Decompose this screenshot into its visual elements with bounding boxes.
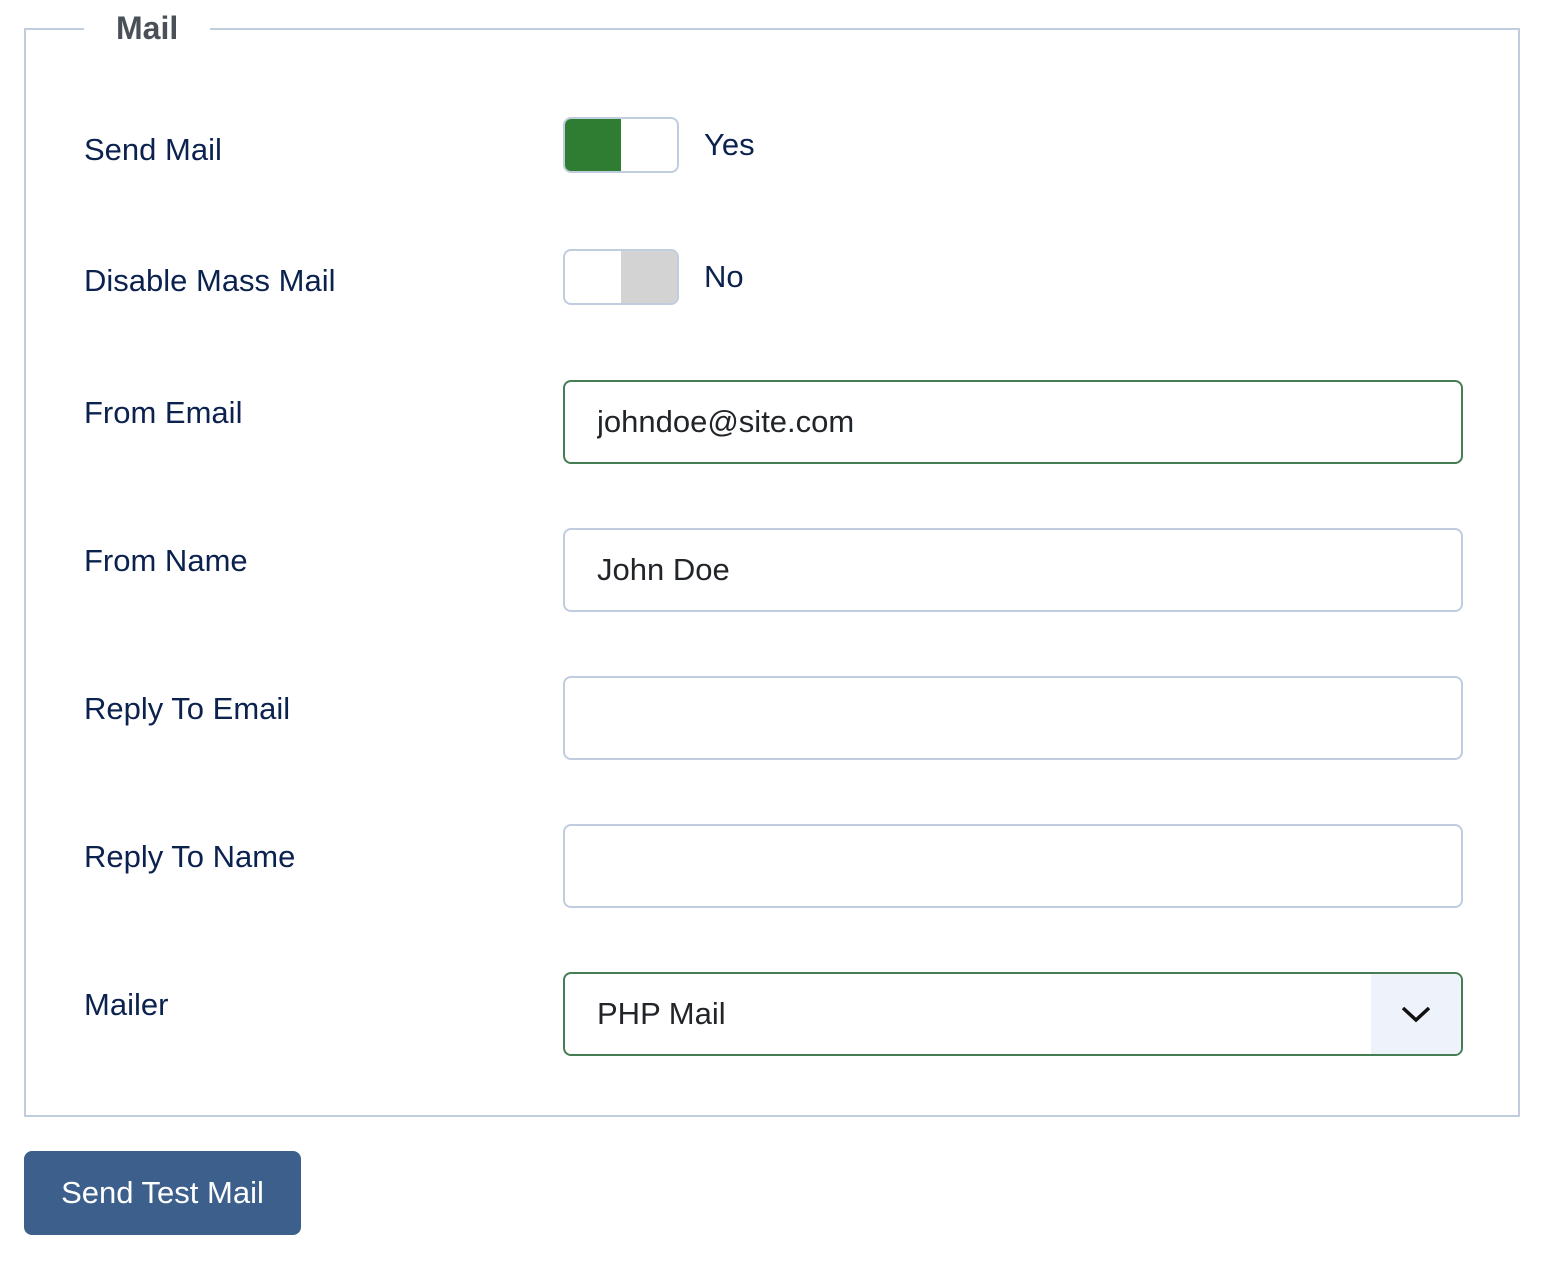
- mailer-select[interactable]: PHP Mail: [563, 972, 1463, 1056]
- toggle-knob: [565, 119, 621, 171]
- from-name-input[interactable]: [563, 528, 1463, 612]
- disable-mass-mail-label: Disable Mass Mail: [84, 263, 336, 298]
- select-arrow[interactable]: [1371, 974, 1461, 1054]
- send-mail-state: Yes: [704, 127, 755, 162]
- send-mail-toggle[interactable]: [563, 117, 679, 173]
- chevron-down-icon: [1401, 1006, 1431, 1023]
- send-test-mail-button[interactable]: Send Test Mail: [24, 1151, 301, 1235]
- reply-to-name-input[interactable]: [563, 824, 1463, 908]
- from-name-label: From Name: [84, 543, 248, 578]
- disable-mass-mail-toggle[interactable]: [563, 249, 679, 305]
- mailer-selected-value: PHP Mail: [597, 996, 726, 1031]
- fieldset-legend: Mail: [84, 8, 211, 48]
- mailer-label: Mailer: [84, 987, 169, 1022]
- reply-to-email-label: Reply To Email: [84, 691, 291, 726]
- reply-to-email-input[interactable]: [563, 676, 1463, 760]
- toggle-knob: [621, 251, 677, 303]
- disable-mass-mail-state: No: [704, 259, 744, 294]
- reply-to-name-label: Reply To Name: [84, 839, 296, 874]
- from-email-label: From Email: [84, 395, 243, 430]
- send-mail-label: Send Mail: [84, 132, 222, 167]
- from-email-input[interactable]: [563, 380, 1463, 464]
